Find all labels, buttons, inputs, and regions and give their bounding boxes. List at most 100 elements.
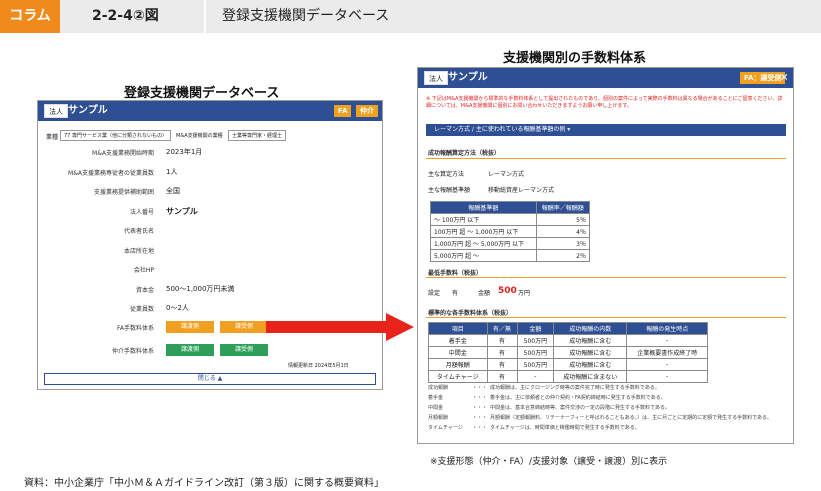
note-item: 成功報酬 ・・・ 成功報酬は、主にクロージング時等の案件完了時に発生する手数料である… [428,384,788,391]
table-cell: 500万円 [516,358,555,371]
min-amount-label: 金額 [478,290,491,297]
chukai-fee-label: 仲介手数料体系 [111,348,154,355]
info-label: M&A支援業務専従者の従業員数 [68,169,154,177]
fa-button[interactable]: FA [334,105,352,117]
note-text: タイムチャージは、時間単価と稼働時間で発生する手数料である。 [490,425,640,431]
table-row: 着手金有 500万円 成功報酬に含む - [428,334,708,347]
table-cell: 有 [486,346,518,359]
updated-date: 情報更新日 2024年5月1日 [288,363,349,369]
table-cell: 500万円 [516,334,555,347]
main-method-value: レーマン方式 [488,171,525,178]
corp-badge: 法人 [44,104,68,118]
notes-list: 成功報酬 ・・・ 成功報酬は、主にクロージング時等の案件完了時に発生する手数料である… [428,384,788,434]
fee-header: 項目 [428,322,488,335]
arrow-icon [266,313,414,341]
main-method-label: 主な算定方法 [428,171,465,178]
fee-window: 法人 サンプル FA：譲受側 × ※ 下記はM&A支援機関から標準的な手数料体系… [417,67,794,444]
divider [426,158,786,159]
info-label: 本店所在地 [123,247,154,255]
info-label: 従業員数 [129,306,154,313]
method-dropdown[interactable]: レーマン方式 / 主に使われている報酬基準額の例 ▾ [426,124,786,136]
fa-jyoto-button[interactable]: 譲渡側 [166,321,214,333]
table-row: 1,000万円 超 ～ 5,000万円 以下 3％ [430,237,591,250]
rate-header: 報酬率／報酬額 [535,201,591,214]
table-cell: 1,000万円 超 ～ 5,000万円 以下 [430,237,537,250]
table-row: ～ 100万円 以下 5％ [430,213,591,226]
info-value: 全国 [166,187,180,195]
base-value: 移動総資産レーマン方式 [488,187,555,194]
table-cell: - [626,358,708,371]
divider [426,317,786,318]
table-cell: 有 [486,334,518,347]
info-value: サンプル [166,206,198,216]
figure-number: 2-2-4②図 [92,8,159,24]
fee-table: 項目 有／無 金額 成功報酬の内数 報酬の発生時点 着手金有 500万円 成功報酬に含む - 中… [428,322,708,383]
note-text: 着手金 [428,395,444,401]
note-text: 中間金は、基本合意締結時等、案件交渉の一定の段階に発生する手数料である。 [490,405,670,411]
table-cell: 成功報酬に含まない [553,370,628,383]
note-item: 中間金 ・・・ 中間金は、基本合意締結時等、案件交渉の一定の段階に発生する手数料であ… [428,404,788,411]
info-value: 2023年1月 [166,148,203,156]
left-caption: 登録支援機関データベース [124,86,280,101]
table-cell: 有 [486,370,518,383]
cert-value: 士業等専門家・経理士 [228,130,287,141]
table-cell: 企業概要書作成終了時 [626,346,708,359]
note-text: 成功報酬 [428,385,449,391]
column-header: コラム 2-2-4②図 登録支援機関データベース [0,0,821,33]
fee-header: 成功報酬の内数 [553,322,628,335]
right-title-bar: 法人 サンプル FA：譲受側 × [418,68,793,88]
info-label: 法人番号 [129,208,154,216]
column-tag: コラム [0,0,60,33]
table-cell: 月額報酬 [428,358,488,371]
table-row: 中間金有 500万円 成功報酬に含む 企業概要書作成終了時 [428,346,708,359]
fa-fee-label: FA手数料体系 [116,325,154,332]
info-label: 支援業務提供補助範囲 [93,189,154,196]
note-item: タイムチャージ ・・・ タイムチャージは、時間単価と稼働時間で発生する手数料である。 [428,424,788,431]
note-text: 月額報酬（定額報酬料、リテーナーフィーと呼ばれることもある。）は、主に月ごとに定… [490,415,773,421]
base-label: 主な報酬基準額 [428,187,471,194]
close-button[interactable]: 閉じる ▲ [44,373,376,385]
note-text: ・・・ [472,405,488,411]
fa-jyuju-button[interactable]: 譲受側 [220,321,268,333]
table-cell: - [516,370,555,383]
table-cell: 3％ [535,237,591,250]
min-title: 最低手数料（税抜） [428,270,483,277]
corp-badge-right: 法人 [424,71,448,85]
industry-label: 業種 [46,134,59,141]
min-amount-value: 500 [498,286,517,296]
chukai-jyuju-button[interactable]: 譲受側 [220,344,268,356]
table-cell: タイムチャージ [428,370,488,383]
info-label: M&A支援業務開始時期 [92,150,154,157]
close-icon[interactable]: × [780,68,788,88]
divider [426,277,786,278]
fee-header: 金額 [516,322,555,335]
table-cell: 有 [486,358,518,371]
note-text: 成功報酬は、主にクロージング時等の案件完了時に発生する手数料である。 [490,385,660,391]
left-name: サンプル [68,105,108,116]
note-item: 着手金 ・・・ 着手金は、主に依頼者との仲介契約・FA契約締結時に発生する手数料であ… [428,394,788,401]
table-row: 100万円 超 ～ 1,000万円 以下 4％ [430,225,591,238]
table-cell: - [626,334,708,347]
table-row: タイムチャージ有 - 成功報酬に含まない - [428,370,708,383]
source-text: 資料：中小企業庁「中小Ｍ＆Ａガイドライン改訂（第３版）に関する概要資料」 [24,478,384,489]
note-text: ・・・ [472,395,488,401]
table-row: 月額報酬有 500万円 成功報酬に含む - [428,358,708,371]
chukai-button[interactable]: 仲介 [356,105,378,117]
table-cell: 4％ [535,225,591,238]
table-cell: 着手金 [428,334,488,347]
mode-badge: FA：譲受側 [740,72,786,84]
table-cell: 成功報酬に含む [553,358,628,371]
footnote: ※支援形態（仲介・FA）/支援対象（譲受・譲渡）別に表示 [430,457,668,467]
table-cell: 5％ [535,213,591,226]
note-text: ・・・ [472,425,488,431]
note-text: 中間金 [428,405,444,411]
rate-header: 報酬基準額 [430,201,537,214]
chukai-jyoto-button[interactable]: 譲渡側 [166,344,214,356]
right-caption: 支援機関別の手数料体系 [503,51,647,66]
table-cell: ～ 100万円 以下 [430,213,537,226]
note-text: 着手金は、主に依頼者との仲介契約・FA契約締結時に発生する手数料である。 [490,395,666,401]
info-value: 0～2人 [166,304,189,312]
fee-header: 報酬の発生時点 [626,322,708,335]
table-cell: 成功報酬に含む [553,346,628,359]
info-label: 資本金 [135,286,154,294]
